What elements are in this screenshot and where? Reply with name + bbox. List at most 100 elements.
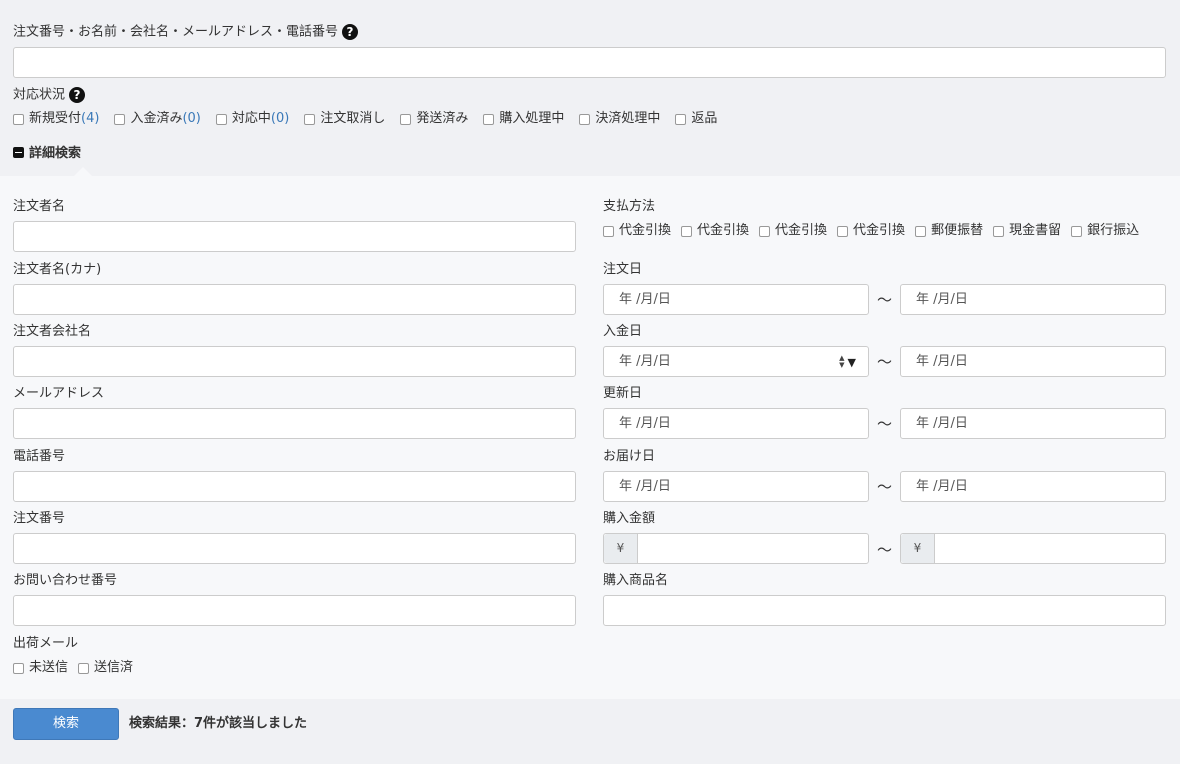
order-number-label: 注文番号 <box>13 511 66 526</box>
payment-item-label: 代金引換 <box>697 223 750 238</box>
order-date-to-input[interactable]: 年 /月/日 <box>900 284 1166 315</box>
phone-label: 電話番号 <box>13 449 66 464</box>
checkbox[interactable] <box>13 662 24 674</box>
orderer-company-input[interactable] <box>13 346 576 377</box>
checkbox[interactable] <box>400 113 412 125</box>
advanced-search-label: 詳細検索 <box>29 146 82 161</box>
checkbox[interactable] <box>78 662 90 674</box>
range-tilde: 〜 <box>877 478 893 496</box>
yen-addon: ¥ <box>604 534 638 563</box>
checkbox[interactable] <box>579 113 591 125</box>
checkbox[interactable] <box>675 113 687 125</box>
status-item-label: 注文取消し <box>320 111 386 126</box>
payment-date-label: 入金日 <box>603 324 643 339</box>
date-placeholder: 年 /月/日 <box>619 292 671 307</box>
orderer-name-label: 注文者名 <box>13 199 66 214</box>
status-checkbox-settling[interactable]: 決済処理中 <box>579 111 660 127</box>
amount-from-input[interactable]: ¥ <box>603 533 869 564</box>
payment-checkbox[interactable]: 銀行振込 <box>1071 223 1139 239</box>
status-checkbox-in-progress[interactable]: 対応中 (0) <box>215 111 289 127</box>
status-checkbox-shipped[interactable]: 発送済み <box>400 111 468 127</box>
order-date-from-input[interactable]: 年 /月/日 <box>603 284 869 315</box>
payment-checkbox[interactable]: 代金引換 <box>759 223 827 239</box>
order-date-label: 注文日 <box>603 262 643 277</box>
payment-item-label: 代金引換 <box>619 223 672 238</box>
date-placeholder: 年 /月/日 <box>619 416 671 431</box>
question-icon[interactable]: ? <box>69 87 86 103</box>
date-placeholder: 年 /月/日 <box>916 292 968 307</box>
amount-to-input[interactable]: ¥ <box>900 533 1166 564</box>
shipping-mail-sent-checkbox[interactable]: 送信済 <box>78 660 133 676</box>
payment-item-label: 代金引換 <box>853 223 906 238</box>
keyword-input[interactable] <box>13 47 1166 78</box>
panel-notch <box>74 167 92 176</box>
checkbox[interactable] <box>915 225 927 237</box>
status-checkbox-new[interactable]: 新規受付 (4) <box>13 111 99 127</box>
update-date-to-input[interactable]: 年 /月/日 <box>900 408 1166 439</box>
orderer-kana-label: 注文者名(カナ) <box>13 262 102 277</box>
phone-input[interactable] <box>13 471 576 502</box>
status-checkbox-paid[interactable]: 入金済み (0) <box>114 111 201 127</box>
status-checkbox-purchasing[interactable]: 購入処理中 <box>483 111 564 127</box>
dropdown-arrow-icon[interactable]: ▼ <box>848 356 856 369</box>
checkbox[interactable] <box>483 113 495 125</box>
delivery-date-to-input[interactable]: 年 /月/日 <box>900 471 1166 502</box>
status-item-label: 対応中 <box>231 111 271 126</box>
payment-item-label: 銀行振込 <box>1087 223 1140 238</box>
payment-checkbox[interactable]: 代金引換 <box>837 223 905 239</box>
date-placeholder: 年 /月/日 <box>916 354 968 369</box>
payment-checkbox[interactable]: 郵便振替 <box>915 223 983 239</box>
update-date-from-input[interactable]: 年 /月/日 <box>603 408 869 439</box>
payment-date-to-input[interactable]: 年 /月/日 <box>900 346 1166 377</box>
inquiry-number-label: お問い合わせ番号 <box>13 573 118 588</box>
range-tilde: 〜 <box>877 353 893 371</box>
checkbox[interactable] <box>681 225 693 237</box>
shipping-mail-unsent-checkbox[interactable]: 未送信 <box>13 660 68 676</box>
payment-checkbox[interactable]: 代金引換 <box>681 223 749 239</box>
orderer-kana-input[interactable] <box>13 284 576 315</box>
payment-checkbox[interactable]: 現金書留 <box>993 223 1061 239</box>
purchase-amount-label: 購入金額 <box>603 511 656 526</box>
orderer-name-input[interactable] <box>13 221 576 252</box>
checkbox[interactable] <box>114 113 126 125</box>
product-name-label: 購入商品名 <box>603 573 669 588</box>
checkbox[interactable] <box>13 113 24 125</box>
shipping-mail-item-label: 送信済 <box>94 660 134 675</box>
keyword-label: 注文番号・お名前・会社名・メールアドレス・電話番号? <box>13 24 359 41</box>
payment-checkbox[interactable]: 代金引換 <box>603 223 671 239</box>
status-checkbox-cancelled[interactable]: 注文取消し <box>304 111 385 127</box>
status-checkbox-group: 新規受付 (4) 入金済み (0) 対応中 (0) 注文取消し 発送済み 購入処理中 … <box>13 111 717 127</box>
range-tilde: 〜 <box>877 291 893 309</box>
date-placeholder: 年 /月/日 <box>916 479 968 494</box>
checkbox[interactable] <box>1071 225 1083 237</box>
advanced-search-toggle[interactable]: 詳細検索 <box>13 146 81 162</box>
status-item-label: 発送済み <box>416 111 469 126</box>
status-label: 対応状況? <box>13 87 86 104</box>
status-checkbox-returned[interactable]: 返品 <box>675 111 717 127</box>
checkbox[interactable] <box>837 225 849 237</box>
email-input[interactable] <box>13 408 576 439</box>
keyword-label-text: 注文番号・お名前・会社名・メールアドレス・電話番号 <box>13 24 339 40</box>
question-icon[interactable]: ? <box>342 24 359 40</box>
inquiry-number-input[interactable] <box>13 595 576 626</box>
delivery-date-from-input[interactable]: 年 /月/日 <box>603 471 869 502</box>
yen-addon: ¥ <box>901 534 935 563</box>
payment-item-label: 現金書留 <box>1009 223 1062 238</box>
order-number-input[interactable] <box>13 533 576 564</box>
checkbox[interactable] <box>304 113 316 125</box>
product-name-input[interactable] <box>603 595 1166 626</box>
checkbox[interactable] <box>993 225 1005 237</box>
status-label-text: 対応状況 <box>13 87 66 103</box>
checkbox[interactable] <box>215 113 227 125</box>
update-date-label: 更新日 <box>603 386 643 401</box>
shipping-mail-item-label: 未送信 <box>29 660 69 675</box>
checkbox[interactable] <box>759 225 771 237</box>
date-placeholder: 年 /月/日 <box>916 416 968 431</box>
checkbox[interactable] <box>603 225 614 237</box>
date-spinner[interactable]: ▲ ▼ ▼ <box>839 353 856 371</box>
status-item-label: 返品 <box>691 111 718 126</box>
spinner-arrows-icon[interactable]: ▲ ▼ <box>839 355 844 369</box>
email-label: メールアドレス <box>13 386 105 401</box>
search-button[interactable]: 検索 <box>13 708 119 740</box>
payment-date-from-input[interactable]: 年 /月/日 ▲ ▼ ▼ <box>603 346 869 377</box>
